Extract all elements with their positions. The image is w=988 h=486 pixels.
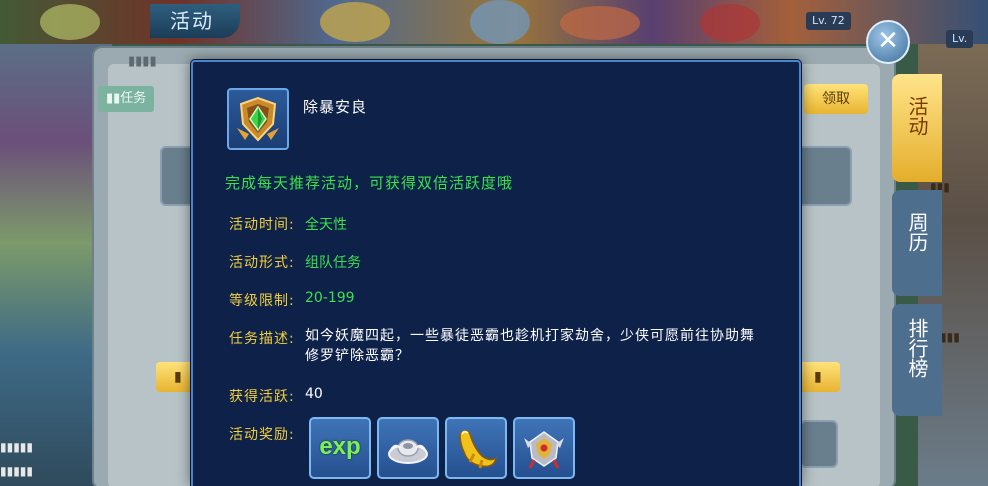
tab-ranking[interactable]: 排行榜 (892, 304, 942, 416)
tab-calendar[interactable]: 周历 (892, 190, 942, 296)
activity-description: 完成每天推荐活动，可获得双倍活跃度哦 (225, 174, 514, 192)
tab-label: 排行榜 (905, 318, 929, 378)
time-value: 全天性 (305, 217, 347, 233)
rewards-label: 活动奖励: (229, 427, 295, 443)
activity-window-title: 活动 (150, 4, 240, 38)
reward-slot-dragon[interactable] (445, 417, 507, 479)
background-activity-slot (800, 420, 838, 468)
diamond-crest-icon (227, 88, 289, 150)
background-join-button[interactable]: ▮ (796, 362, 840, 392)
time-label: 活动时间: (229, 217, 295, 233)
level-limit-value: 20-199 (305, 290, 355, 306)
format-label: 活动形式: (229, 255, 295, 271)
helmet-crest-icon (524, 431, 564, 469)
tab-activity[interactable]: 活动 (892, 74, 942, 182)
background-text: ▮▮▮▮ (128, 54, 157, 69)
reward-slot-silver[interactable] (377, 417, 439, 479)
chat-text: ▮▮▮ (940, 330, 960, 344)
chat-text: ▮▮▮▮▮ (0, 440, 34, 454)
reward-slot-helmet[interactable] (513, 417, 575, 479)
activity-points-value: 40 (305, 386, 323, 402)
level-badge: Lv. 72 (806, 12, 851, 30)
tab-label: 活动 (905, 96, 929, 136)
format-value: 组队任务 (305, 255, 361, 271)
chat-text: ▮▮▮▮▮ (0, 464, 34, 478)
task-description-label: 任务描述: (229, 331, 295, 347)
golden-dragon-icon (459, 430, 498, 469)
claim-button[interactable]: 领取 (804, 84, 868, 114)
tab-label: 周历 (905, 212, 929, 252)
background-tag: ▮▮任务 (98, 86, 155, 112)
silver-ingot-icon (388, 439, 428, 464)
activity-detail-tooltip: 除暴安良 完成每天推荐活动，可获得双倍活跃度哦 活动时间: 全天性 活动形式: … (191, 60, 801, 486)
activity-points-label: 获得活跃: (229, 389, 295, 405)
level-badge: Lv. (946, 30, 974, 48)
close-button[interactable]: ✕ (866, 20, 910, 64)
exp-icon: exp (319, 433, 361, 460)
activity-title: 除暴安良 (303, 98, 368, 116)
background-activity-slot (796, 146, 852, 206)
level-limit-label: 等级限制: (229, 293, 295, 309)
reward-slot-exp[interactable]: exp (309, 417, 371, 479)
task-description-text: 如今妖魔四起，一些暴徒恶霸也趁机打家劫舍，少侠可愿前往协助舞修罗铲除恶霸？ (305, 328, 755, 364)
